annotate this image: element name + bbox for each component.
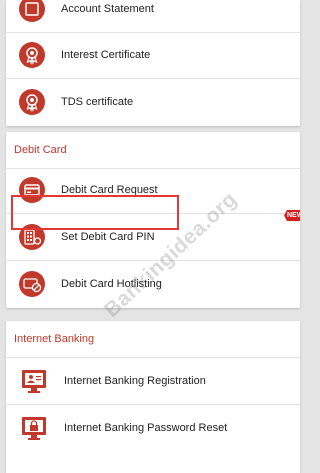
menu-item-interest-certificate[interactable]: Interest Certificate [6,32,300,79]
monitor-user-icon [20,367,48,395]
certificate-icon [18,88,46,116]
section-header-internet-banking: Internet Banking [6,321,300,358]
highlight-box [11,195,179,230]
menu-item-account-statement[interactable]: Account Statement [6,0,300,33]
menu-item-label: Interest Certificate [61,49,151,61]
menu-item-internet-banking-password-reset[interactable]: Internet Banking Password Reset [6,405,300,451]
menu-item-tds-certificate[interactable]: TDS certificate [6,79,300,125]
section-header-debit-card: Debit Card [6,132,300,169]
statement-icon [18,0,46,23]
new-badge: NEW [284,210,300,221]
menu-item-internet-banking-registration[interactable]: Internet Banking Registration [6,358,300,405]
menu-item-label: TDS certificate [61,96,134,108]
monitor-lock-icon [20,414,48,442]
accounts-section-card: Account Statement Interest Certificate T… [6,0,300,126]
menu-item-debit-card-hotlisting[interactable]: Debit Card Hotlisting [6,261,300,307]
block-card-icon [18,270,46,298]
certificate-icon [18,41,46,69]
internet-banking-section-card: Internet Banking Internet Banking Regist… [6,321,300,473]
menu-item-label: Debit Card Hotlisting [61,278,162,290]
menu-item-label: Internet Banking Registration [64,375,206,387]
menu-item-label: Internet Banking Password Reset [64,422,228,434]
menu-item-label: Account Statement [61,3,154,15]
